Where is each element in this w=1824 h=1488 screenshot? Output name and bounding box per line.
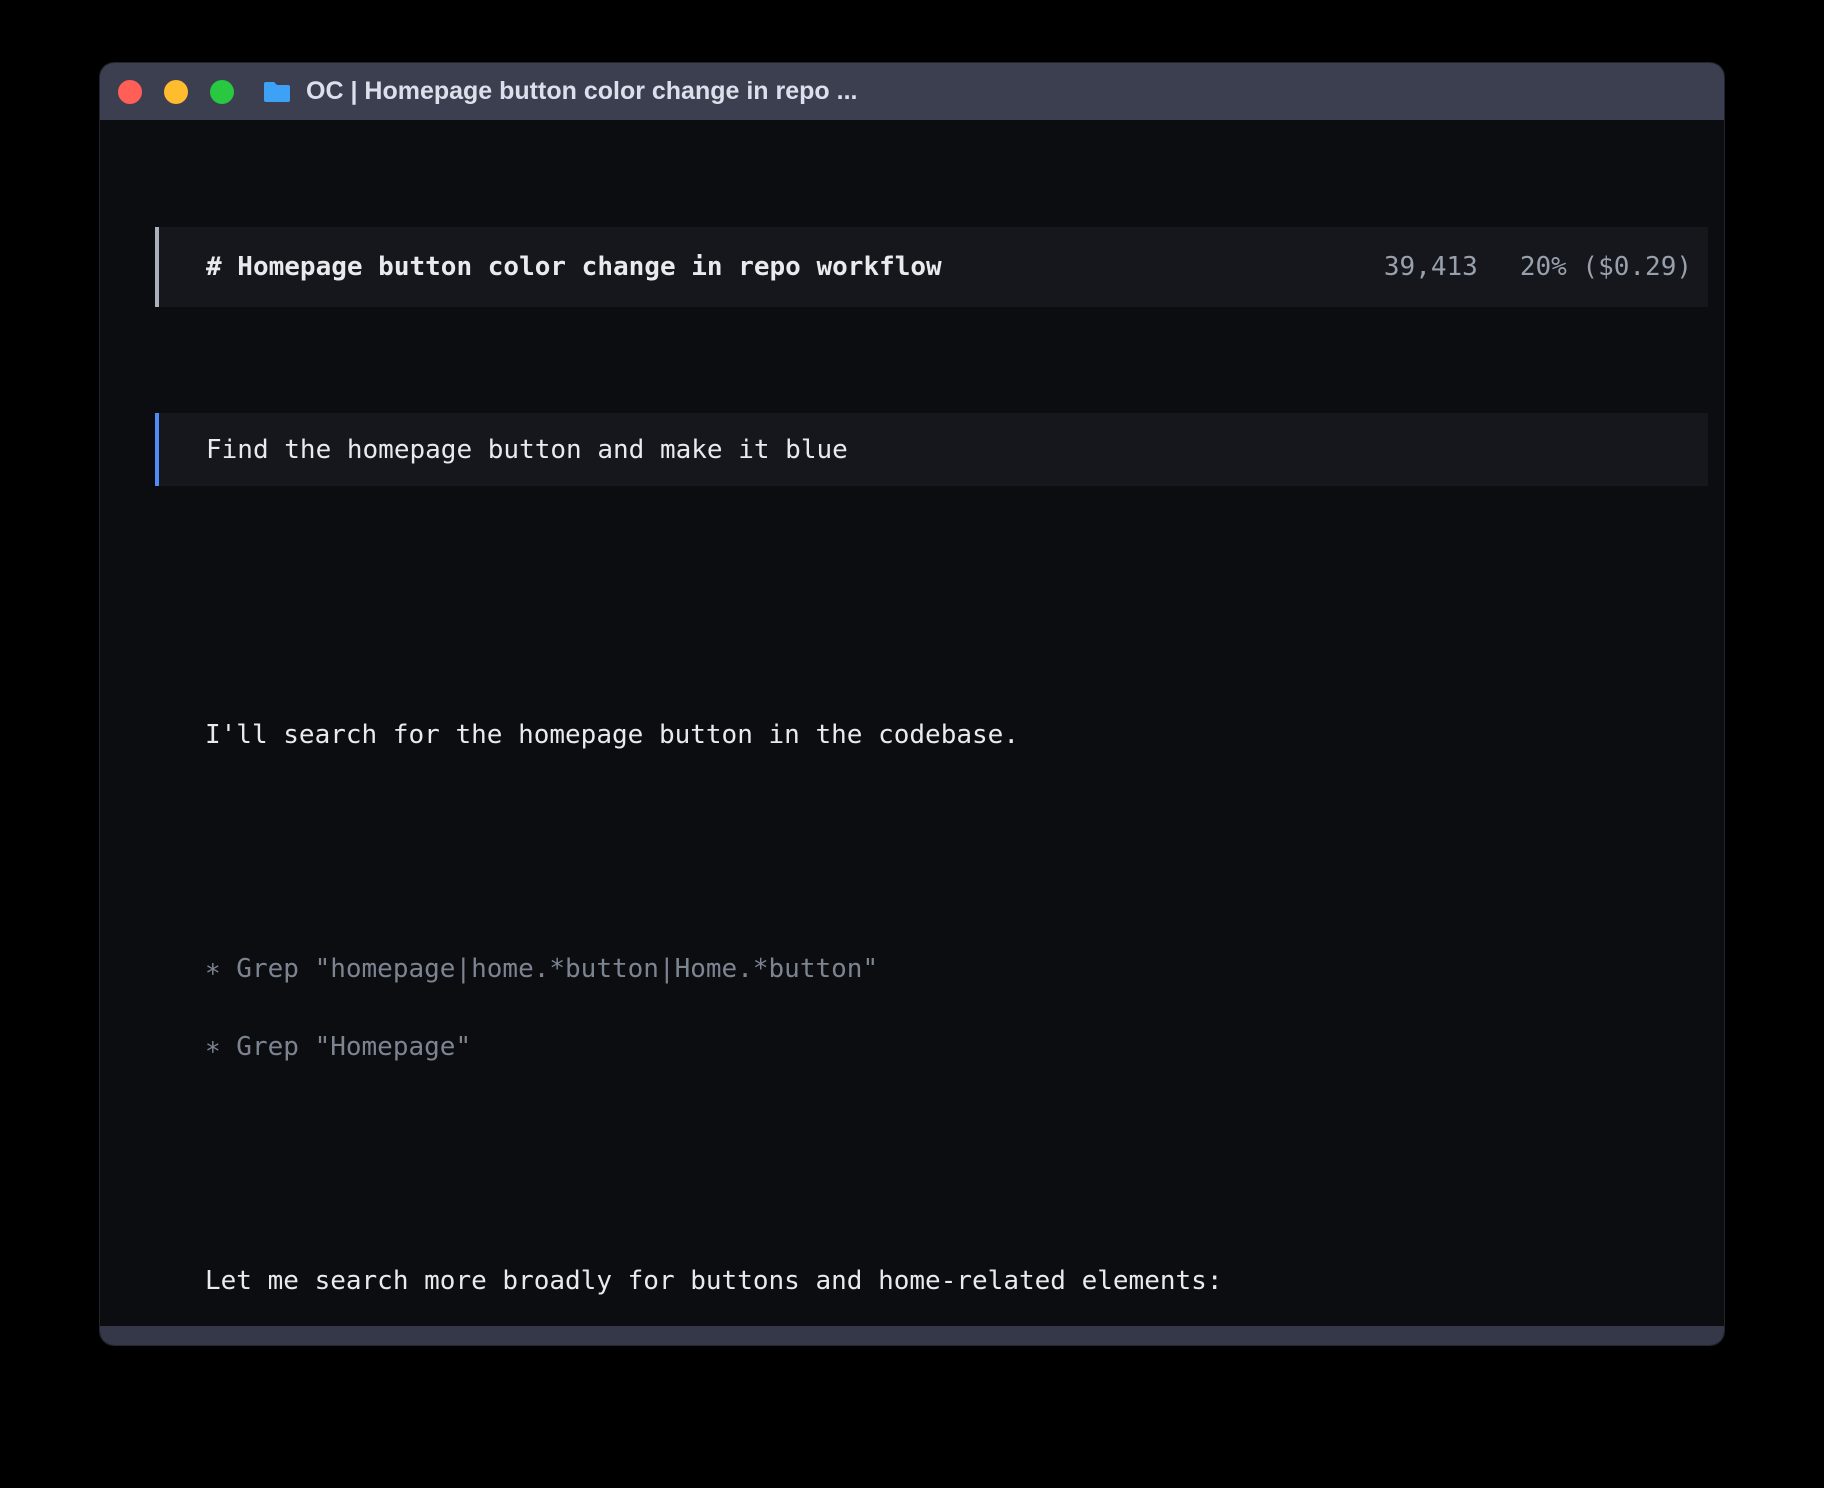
window-titlebar[interactable]: OC | Homepage button color change in rep… xyxy=(100,63,1724,120)
session-stats: 39,413 20% ($0.29) xyxy=(1384,254,1692,280)
traffic-lights xyxy=(118,80,234,104)
folder-icon xyxy=(262,80,292,104)
window-title: OC | Homepage button color change in rep… xyxy=(306,77,857,106)
window-bottom-edge xyxy=(100,1326,1724,1345)
zoom-button[interactable] xyxy=(210,80,234,104)
minimize-button[interactable] xyxy=(164,80,188,104)
tool-call-grep: ∗ Grep "Homepage" xyxy=(205,1034,1708,1060)
context-usage: 20% ($0.29) xyxy=(1520,254,1692,280)
user-message: Find the homepage button and make it blu… xyxy=(155,413,1708,486)
tool-call-grep: ∗ Grep "homepage|home.*button|Home.*butt… xyxy=(205,956,1708,982)
assistant-message: I'll search for the homepage button in t… xyxy=(205,722,1708,748)
assistant-message: Let me search more broadly for buttons a… xyxy=(205,1268,1708,1294)
terminal-content: # Homepage button color change in repo w… xyxy=(100,120,1724,1345)
close-button[interactable] xyxy=(118,80,142,104)
user-message-text: Find the homepage button and make it blu… xyxy=(206,437,848,463)
session-title: # Homepage button color change in repo w… xyxy=(206,254,942,280)
session-header: # Homepage button color change in repo w… xyxy=(155,227,1708,307)
token-count: 39,413 xyxy=(1384,254,1478,280)
terminal-window: OC | Homepage button color change in rep… xyxy=(100,63,1724,1345)
conversation: I'll search for the homepage button in t… xyxy=(155,592,1708,1345)
